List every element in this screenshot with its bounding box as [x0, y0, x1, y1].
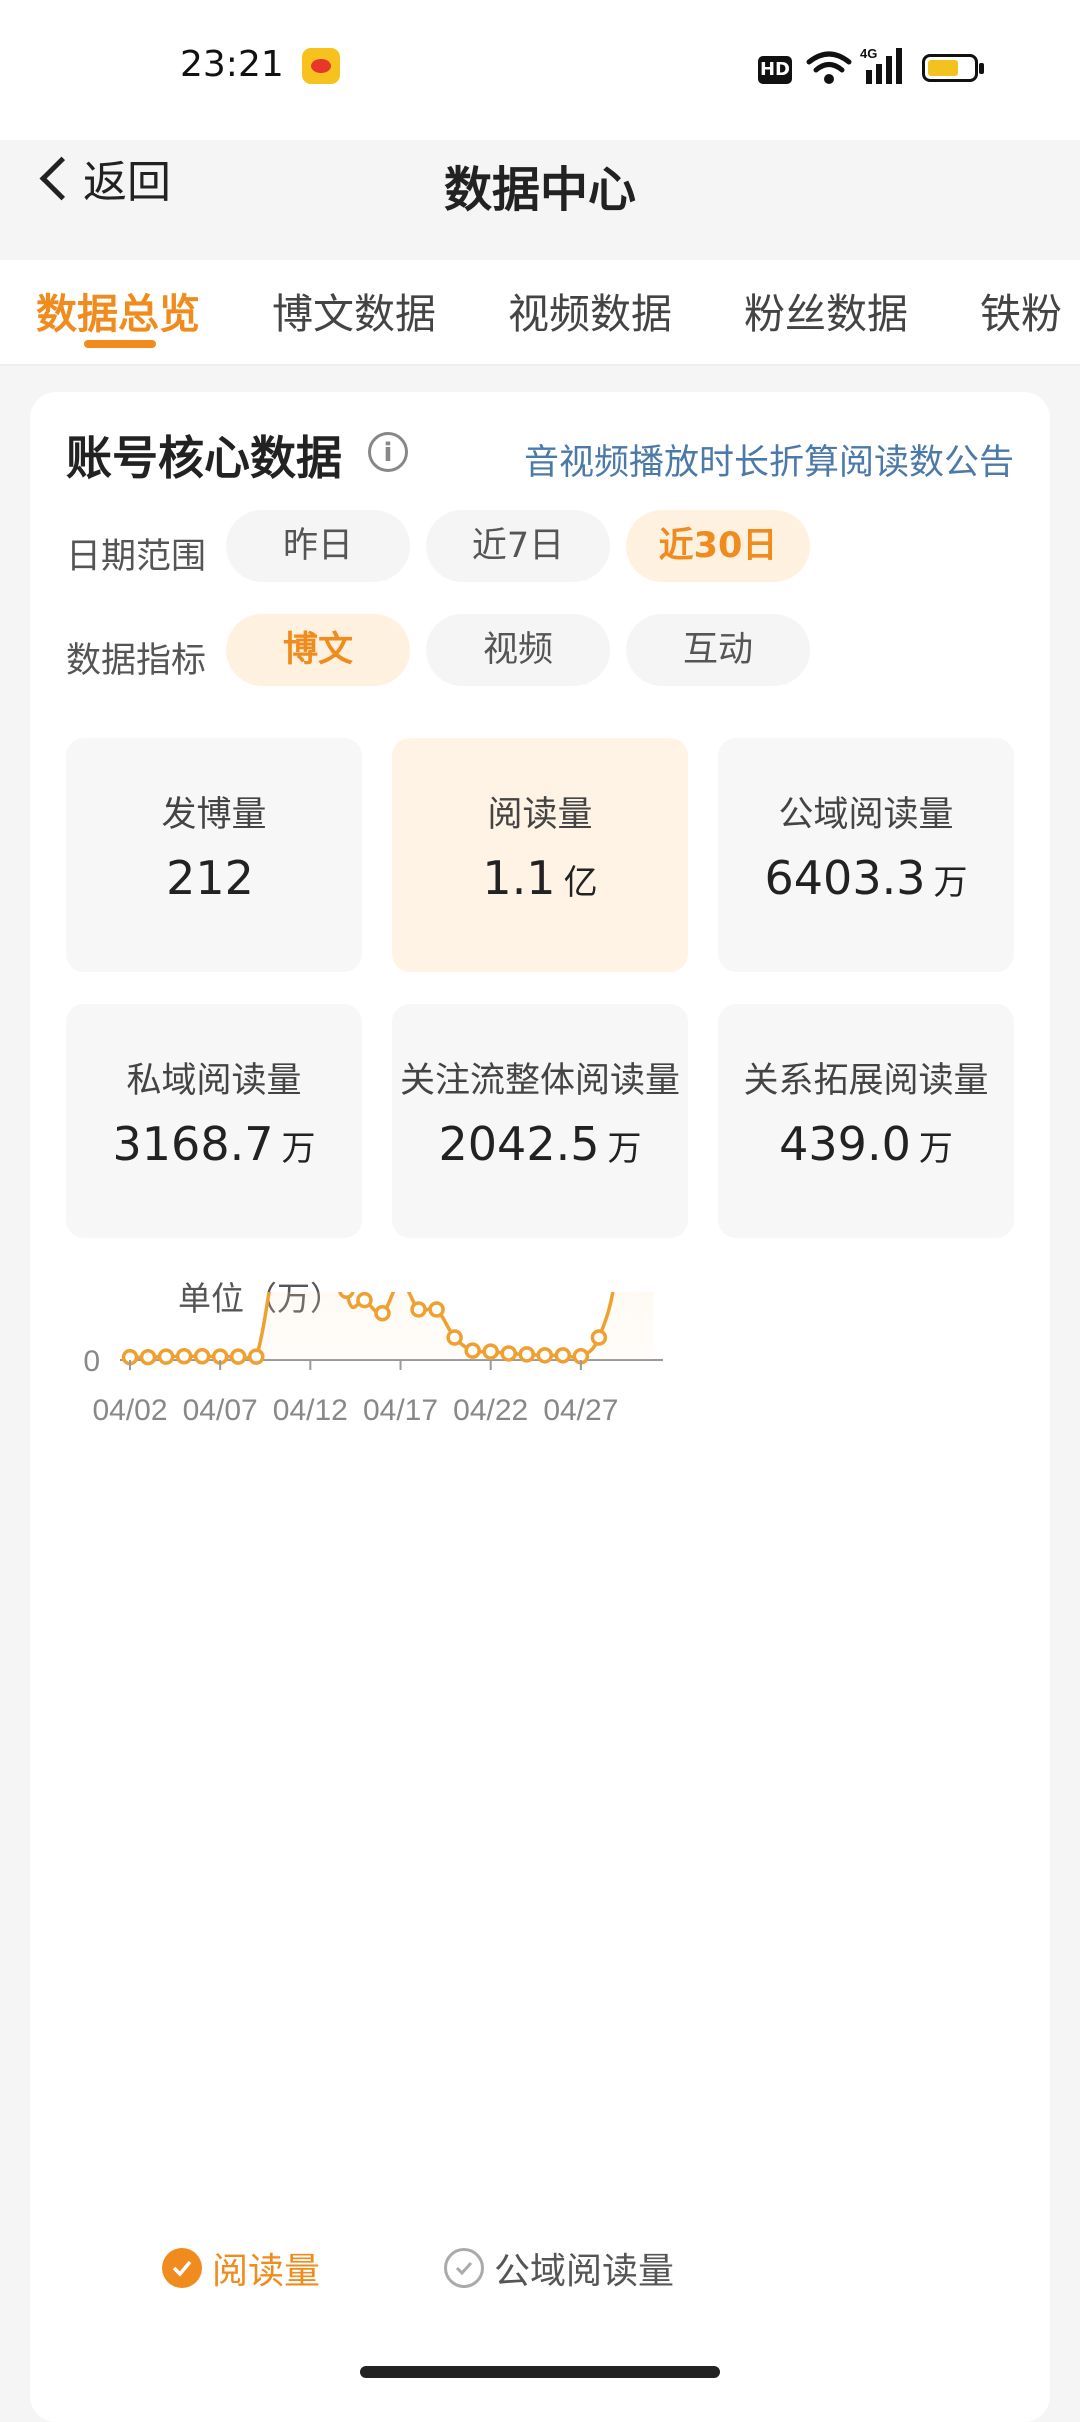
- home-indicator[interactable]: [360, 2366, 720, 2378]
- cellular-signal-icon: 4G: [860, 46, 902, 84]
- legend-label: 公域阅读量: [494, 2251, 675, 2292]
- data-point: [590, 1329, 608, 1346]
- tab-bar: 数据总览 博文数据 视频数据 粉丝数据 铁粉: [0, 260, 1080, 366]
- date-option-7days[interactable]: 近7日: [426, 510, 610, 582]
- data-point: [374, 1304, 391, 1322]
- stat-label: 私域阅读量: [126, 1061, 302, 1101]
- wifi-icon: [806, 51, 852, 84]
- status-bar: 23:21 HD 4G: [0, 0, 1080, 140]
- data-point: [157, 1348, 175, 1365]
- x-tick-label: 04/07: [183, 1394, 258, 1427]
- date-range-label: 日期范围: [66, 537, 207, 577]
- stat-value: 2042.5 万: [438, 1117, 642, 1171]
- read-count-area-chart: 05001,0001,5002,0002,50004/0204/0704/120…: [83, 1292, 663, 1427]
- legend-read-count[interactable]: 阅读量: [162, 2242, 320, 2294]
- info-icon[interactable]: i: [368, 432, 408, 472]
- data-point: [229, 1348, 247, 1365]
- x-tick-label: 04/22: [453, 1394, 528, 1427]
- data-point: [428, 1301, 445, 1318]
- unchecked-icon: [444, 2248, 484, 2288]
- checked-icon: [162, 2248, 202, 2288]
- data-point: [338, 1292, 355, 1299]
- tab-video-data[interactable]: 视频数据: [508, 280, 672, 340]
- stat-value: 212: [166, 851, 254, 905]
- data-point: [554, 1347, 572, 1364]
- date-option-yesterday[interactable]: 昨日: [226, 510, 410, 582]
- tab-overview[interactable]: 数据总览: [36, 280, 200, 340]
- date-option-30days[interactable]: 近30日: [626, 510, 810, 582]
- stat-value: 439.0 万: [779, 1117, 953, 1171]
- stat-follow-feed-read[interactable]: 关注流整体阅读量 2042.5 万: [392, 1004, 688, 1238]
- data-point: [175, 1348, 193, 1365]
- stat-private-read[interactable]: 私域阅读量 3168.7 万: [66, 1004, 362, 1238]
- stat-label: 关系拓展阅读量: [743, 1061, 989, 1101]
- legend-label: 阅读量: [212, 2251, 321, 2292]
- x-tick-label: 04/27: [543, 1394, 618, 1427]
- stat-read-count[interactable]: 阅读量 1.1 亿: [392, 738, 688, 972]
- tab-fan-data[interactable]: 粉丝数据: [744, 280, 908, 340]
- data-point: [193, 1348, 211, 1365]
- x-tick-label: 04/17: [363, 1394, 438, 1427]
- svg-text:4G: 4G: [860, 46, 877, 61]
- x-tick-label: 04/12: [273, 1394, 348, 1427]
- notice-link[interactable]: 音视频播放时长折算阅读数公告: [524, 434, 1014, 485]
- tab-post-data[interactable]: 博文数据: [272, 280, 436, 340]
- data-point: [139, 1348, 157, 1366]
- hd-badge: HD: [758, 56, 792, 84]
- status-time: 23:21: [180, 44, 284, 85]
- metric-label: 数据指标: [66, 641, 207, 681]
- stat-label: 发博量: [161, 795, 267, 835]
- data-point: [518, 1346, 536, 1363]
- metric-option-interaction[interactable]: 互动: [626, 614, 810, 686]
- stat-label: 公域阅读量: [778, 795, 954, 835]
- stat-post-count[interactable]: 发博量 212: [66, 738, 362, 972]
- stat-value: 1.1 亿: [482, 851, 598, 905]
- battery-icon: [922, 54, 984, 82]
- weibo-notification-icon: [302, 48, 340, 84]
- page-title: 数据中心: [443, 162, 636, 218]
- metric-option-video[interactable]: 视频: [426, 614, 610, 686]
- series-area: [130, 1292, 653, 1360]
- data-point: [482, 1343, 499, 1360]
- data-point: [536, 1347, 554, 1364]
- tab-iron-fans[interactable]: 铁粉: [980, 280, 1062, 340]
- data-point: [446, 1329, 463, 1346]
- stat-public-read[interactable]: 公域阅读量 6403.3 万: [718, 738, 1014, 972]
- stat-value: 6403.3 万: [764, 851, 968, 905]
- data-point: [464, 1342, 481, 1359]
- data-point: [356, 1292, 373, 1309]
- stat-label: 阅读量: [487, 795, 593, 835]
- data-point: [500, 1345, 517, 1362]
- stat-label: 关注流整体阅读量: [399, 1061, 680, 1101]
- legend-public-read[interactable]: 公域阅读量: [444, 2242, 674, 2294]
- stat-relation-read[interactable]: 关系拓展阅读量 439.0 万: [718, 1004, 1014, 1238]
- core-data-card: 账号核心数据 i 音视频播放时长折算阅读数公告 日期范围 昨日 近7日 近30日…: [30, 392, 1050, 2422]
- metric-option-post[interactable]: 博文: [226, 614, 410, 686]
- data-point: [247, 1348, 265, 1365]
- data-point: [410, 1301, 427, 1318]
- active-tab-indicator: [84, 340, 156, 348]
- y-tick-label: 0: [83, 1345, 100, 1378]
- card-title: 账号核心数据: [66, 431, 342, 485]
- stat-value: 3168.7 万: [112, 1117, 316, 1171]
- x-tick-label: 04/02: [92, 1394, 167, 1427]
